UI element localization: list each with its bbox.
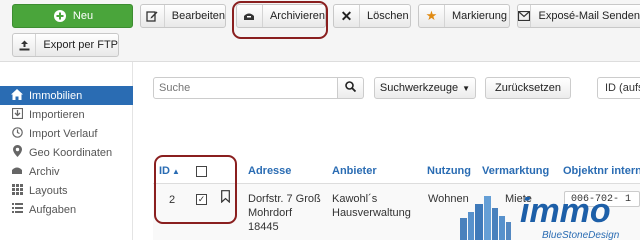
sidebar-item-import-verlauf[interactable]: Import Verlauf [0,124,133,143]
home-icon [10,88,24,103]
envelope-icon [518,5,532,27]
row-provider: Kawohl´s Hausverwaltung [332,192,411,220]
export-ftp-button[interactable]: Export per FTP [12,33,119,57]
sidebar-item-geo-koordinaten[interactable]: Geo Koordinaten [0,143,133,162]
sort-select-value: ID (aufst [605,82,640,94]
expose-mail-button-label: Exposé-Mail Senden [538,10,640,22]
archive-icon [10,165,24,178]
sidebar-item-label: Geo Koordinaten [29,146,113,159]
address-city: Mohrdorf [248,207,293,219]
search-input[interactable] [153,77,338,99]
sidebar: Immobilien Importieren Import Verlauf Ge… [0,62,133,240]
new-button-label: Neu [72,10,94,22]
column-header-objnr[interactable]: Objektnr intern [563,165,640,177]
upload-icon [13,34,37,56]
expose-mail-button[interactable]: Exposé-Mail Senden [517,4,640,28]
delete-button-label: Löschen [367,10,409,22]
provider-name: Kawohl´s [332,193,378,205]
history-icon [10,126,24,141]
caret-down-icon: ▼ [462,83,471,93]
new-button[interactable]: Neu [12,4,133,28]
reset-button[interactable]: Zurücksetzen [485,77,571,99]
search-icon [345,81,357,95]
close-icon: ✕ [334,5,360,27]
column-header-marketing[interactable]: Vermarktung [482,165,549,177]
sidebar-item-layouts[interactable]: Layouts [0,181,133,200]
star-icon: ★ [419,5,445,27]
sidebar-item-label: Import Verlauf [29,127,98,140]
sidebar-item-archiv[interactable]: Archiv [0,162,133,181]
sidebar-item-label: Layouts [29,184,68,197]
row-usage: Wohnen [428,193,469,205]
edit-button[interactable]: Bearbeiten [140,4,226,28]
row-marketing: Miete [505,193,532,205]
map-marker-icon [10,145,24,160]
row-address[interactable]: Dorfstr. 7 Groß Mohrdorf 18445 [248,192,321,234]
archive-button-highlight [232,1,328,39]
edit-icon [141,5,165,27]
column-header-usage[interactable]: Nutzung [427,165,471,177]
provider-type: Hausverwaltung [332,207,411,219]
column-header-provider[interactable]: Anbieter [332,165,377,177]
search-tools-button[interactable]: Suchwerkzeuge ▼ [374,77,476,99]
sidebar-item-label: Importieren [29,108,85,121]
edit-button-label: Bearbeiten [171,10,225,22]
mark-button[interactable]: ★ Markierung [418,4,510,28]
address-zip: 18445 [248,221,279,233]
search-button[interactable] [338,77,364,99]
sidebar-item-immobilien[interactable]: Immobilien [0,86,133,105]
list-icon [10,203,24,216]
sidebar-item-label: Aufgaben [29,203,77,216]
sidebar-item-aufgaben[interactable]: Aufgaben [0,200,133,219]
sidebar-item-label: Immobilien [29,89,83,102]
export-ftp-button-label: Export per FTP [43,39,118,51]
column-header-address[interactable]: Adresse [248,165,291,177]
reset-button-label: Zurücksetzen [494,82,562,94]
address-street: Dorfstr. 7 Groß [248,193,321,205]
sidebar-item-label: Archiv [29,165,60,178]
sidebar-item-importieren[interactable]: Importieren [0,105,133,124]
id-checkbox-highlight [154,155,237,224]
delete-button[interactable]: ✕ Löschen [333,4,411,28]
sort-select[interactable]: ID (aufst [597,77,640,99]
row-objnr: 006-702- 1 [564,191,640,207]
search-tools-label: Suchwerkzeuge [379,82,459,94]
mark-button-label: Markierung [452,10,508,22]
grid-icon [10,183,24,198]
plus-circle-icon [52,5,68,27]
import-icon [10,107,24,122]
